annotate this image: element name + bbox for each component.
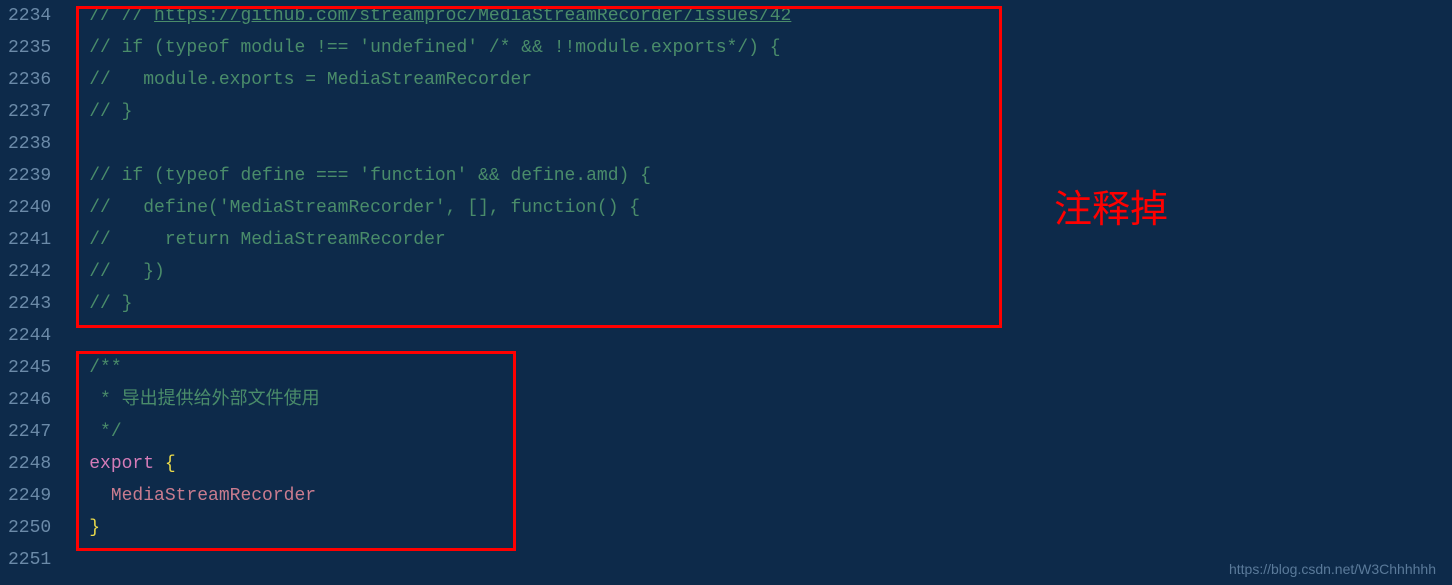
code-token: // return MediaStreamRecorder — [89, 230, 445, 250]
code-content[interactable]: // // https://github.com/streamproc/Medi… — [71, 0, 1452, 585]
line-number: 2248 — [8, 448, 51, 480]
line-number: 2243 — [8, 288, 51, 320]
line-number: 2244 — [8, 320, 51, 352]
line-number: 2241 — [8, 224, 51, 256]
code-line[interactable]: /** — [89, 352, 1452, 384]
line-number: 2234 — [8, 0, 51, 32]
code-token: { — [165, 454, 176, 474]
line-number: 2236 — [8, 64, 51, 96]
code-token: // — [89, 6, 121, 26]
code-line[interactable]: // if (typeof module !== 'undefined' /* … — [89, 32, 1452, 64]
code-token: // — [122, 6, 154, 26]
code-line[interactable]: export { — [89, 448, 1452, 480]
code-token: } — [89, 518, 100, 538]
code-line[interactable]: // module.exports = MediaStreamRecorder — [89, 64, 1452, 96]
code-line[interactable]: // }) — [89, 256, 1452, 288]
line-number: 2238 — [8, 128, 51, 160]
code-line[interactable]: } — [89, 512, 1452, 544]
code-line[interactable]: */ — [89, 416, 1452, 448]
code-line[interactable] — [89, 320, 1452, 352]
code-token: */ — [89, 422, 121, 442]
code-token: // } — [89, 102, 132, 122]
code-token: MediaStreamRecorder — [111, 486, 316, 506]
code-token: // define('MediaStreamRecorder', [], fun… — [89, 198, 640, 218]
line-number: 2250 — [8, 512, 51, 544]
code-line[interactable]: // } — [89, 288, 1452, 320]
code-token: * 导出提供给外部文件使用 — [89, 390, 319, 410]
code-token: // } — [89, 294, 132, 314]
code-line[interactable]: * 导出提供给外部文件使用 — [89, 384, 1452, 416]
code-line[interactable] — [89, 128, 1452, 160]
code-line[interactable]: // // https://github.com/streamproc/Medi… — [89, 0, 1452, 32]
code-token — [154, 454, 165, 474]
line-number: 2235 — [8, 32, 51, 64]
code-line[interactable]: // if (typeof define === 'function' && d… — [89, 160, 1452, 192]
code-line[interactable]: // return MediaStreamRecorder — [89, 224, 1452, 256]
annotation-label-commented: 注释掉 — [1054, 178, 1168, 233]
line-number: 2249 — [8, 480, 51, 512]
code-line[interactable]: MediaStreamRecorder — [89, 480, 1452, 512]
code-token: // }) — [89, 262, 165, 282]
code-token: export — [89, 454, 154, 474]
code-token — [89, 486, 111, 506]
watermark-url: https://blog.csdn.net/W3Chhhhhh — [1229, 561, 1436, 577]
code-token: // if (typeof define === 'function' && d… — [89, 166, 651, 186]
code-line[interactable]: // define('MediaStreamRecorder', [], fun… — [89, 192, 1452, 224]
line-number: 2245 — [8, 352, 51, 384]
code-line[interactable]: // } — [89, 96, 1452, 128]
code-token: // module.exports = MediaStreamRecorder — [89, 70, 532, 90]
line-number: 2237 — [8, 96, 51, 128]
line-number: 2251 — [8, 544, 51, 576]
line-number: 2240 — [8, 192, 51, 224]
line-number: 2239 — [8, 160, 51, 192]
line-number-gutter: 2234223522362237223822392240224122422243… — [0, 0, 71, 585]
code-token: // if (typeof module !== 'undefined' /* … — [89, 38, 780, 58]
line-number: 2242 — [8, 256, 51, 288]
code-token: /** — [89, 358, 121, 378]
code-token: https://github.com/streamproc/MediaStrea… — [154, 6, 791, 26]
code-editor[interactable]: 2234223522362237223822392240224122422243… — [0, 0, 1452, 585]
line-number: 2246 — [8, 384, 51, 416]
line-number: 2247 — [8, 416, 51, 448]
